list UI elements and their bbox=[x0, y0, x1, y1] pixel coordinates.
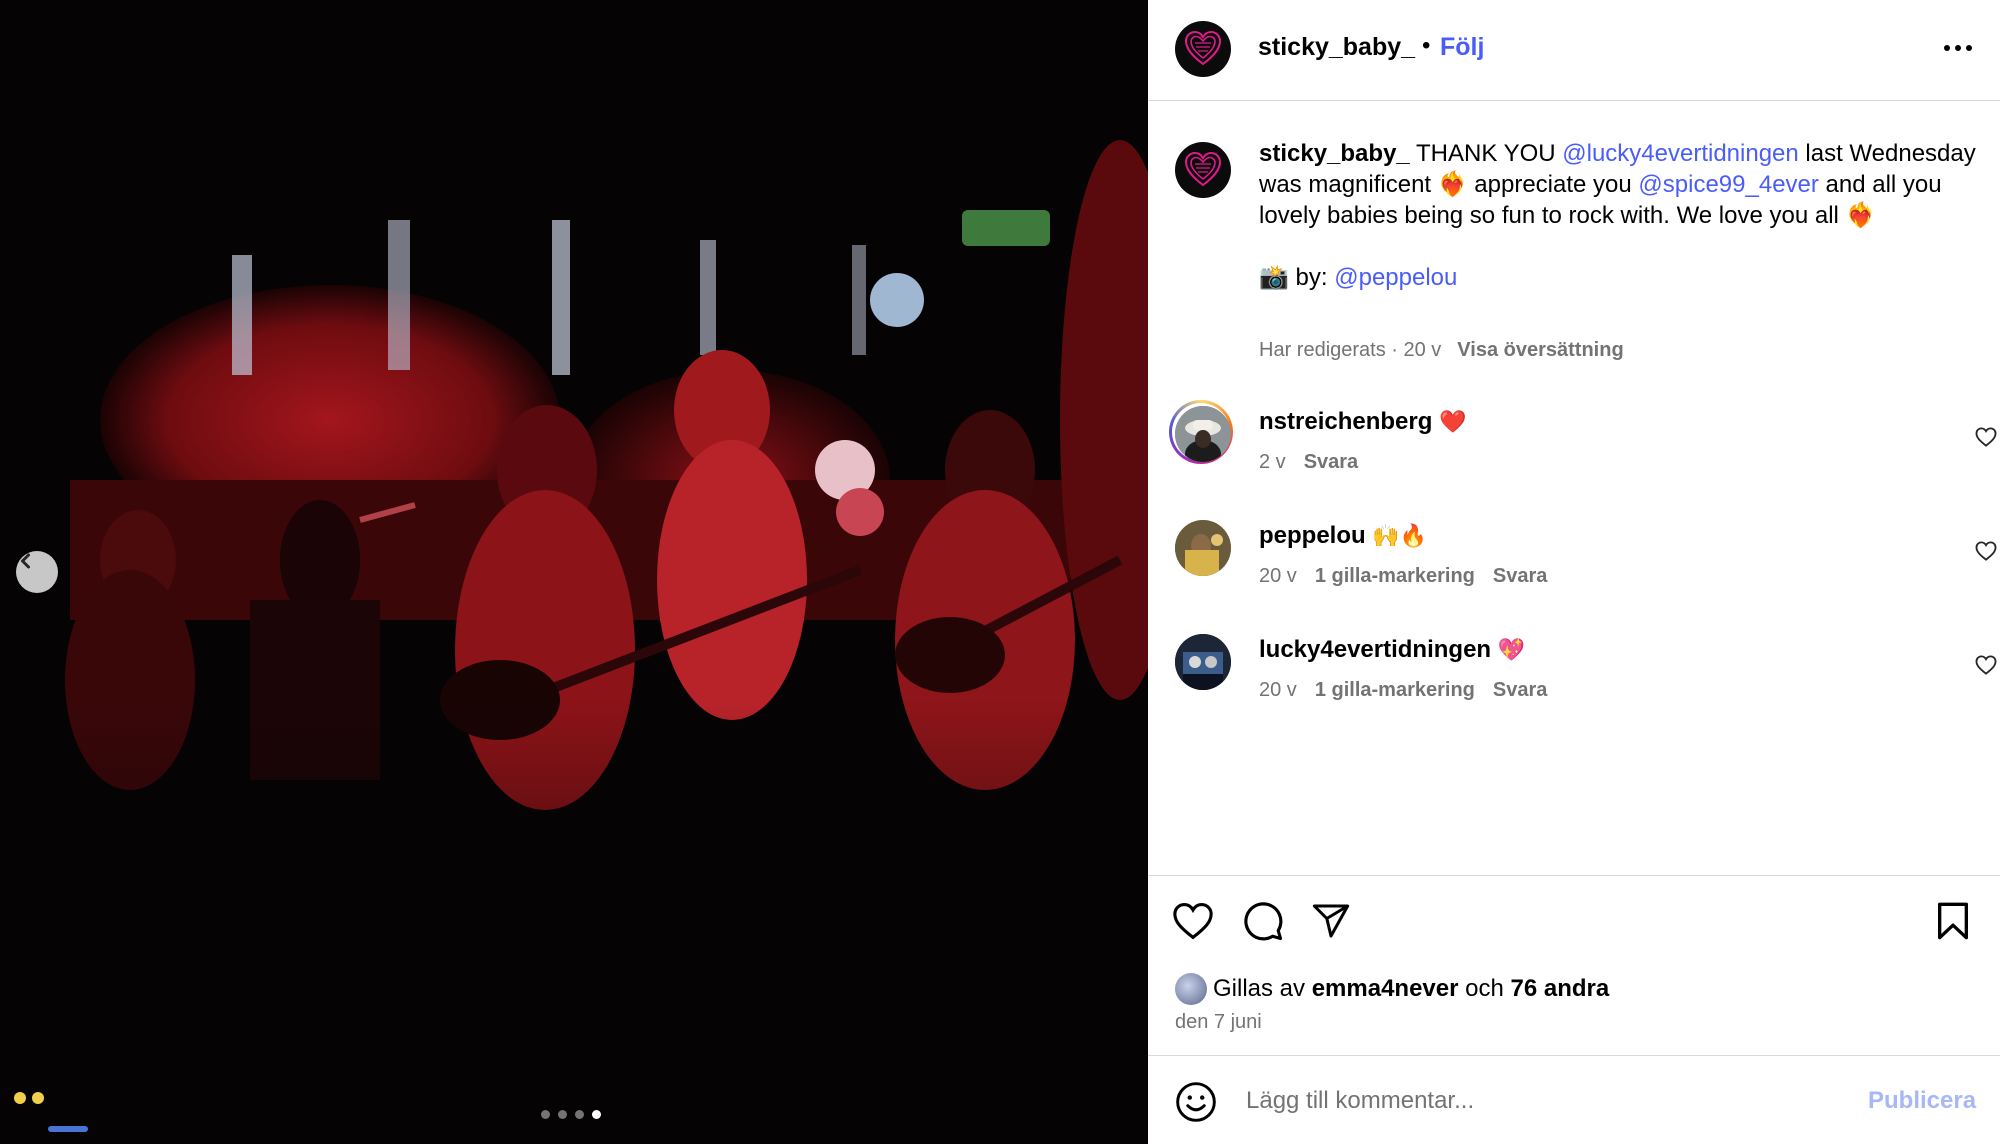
comment-age[interactable]: 20 v bbox=[1259, 679, 1297, 701]
more-horizontal-icon bbox=[1944, 45, 1972, 51]
post-photo bbox=[0, 0, 1148, 1144]
follow-button[interactable]: Följ bbox=[1440, 33, 1484, 62]
paper-plane-icon bbox=[1312, 904, 1350, 938]
likes-prefix: Gillas av bbox=[1213, 975, 1306, 1002]
likes-others-link[interactable]: 76 andra bbox=[1511, 975, 1610, 1003]
liker-avatar[interactable] bbox=[1175, 973, 1207, 1005]
comment-likes-count[interactable]: 1 gilla-markering bbox=[1315, 565, 1475, 587]
comment-text: ❤️ bbox=[1439, 409, 1467, 434]
comment-button[interactable] bbox=[1240, 898, 1286, 944]
commenter-avatar[interactable] bbox=[1175, 406, 1231, 462]
comment-like-button[interactable] bbox=[1973, 538, 1999, 564]
photo-credit-label: 📸 by: bbox=[1259, 264, 1335, 291]
heart-logo-icon bbox=[1184, 151, 1222, 187]
reply-button[interactable]: Svara bbox=[1304, 451, 1359, 473]
previous-image-button[interactable] bbox=[16, 551, 58, 593]
comment-age[interactable]: 2 v bbox=[1259, 451, 1286, 473]
separator-dot: • bbox=[1422, 32, 1431, 59]
comment-item: lucky4evertidningen 💖 20 v 1 gilla-marker… bbox=[1175, 634, 1997, 714]
caption-text: sticky_baby_ THANK YOU @lucky4evertidnin… bbox=[1259, 138, 1979, 293]
post-header: sticky_baby_ • Följ bbox=[1148, 0, 2000, 101]
comment-meta: 2 v Svara bbox=[1259, 451, 1376, 474]
heart-outline-icon bbox=[1173, 903, 1213, 940]
comment-item: nstreichenberg ❤️ 2 v Svara bbox=[1169, 400, 1997, 486]
author-username[interactable]: sticky_baby_ bbox=[1258, 33, 1415, 62]
heart-outline-icon bbox=[1975, 427, 1997, 447]
smiley-icon bbox=[1176, 1082, 1216, 1122]
bookmark-icon bbox=[1937, 902, 1968, 940]
comment-body: lucky4evertidningen 💖 bbox=[1259, 636, 1525, 664]
comment-item: peppelou 🙌🔥 20 v 1 gilla-markering Svara bbox=[1175, 520, 1997, 600]
carousel-dot-active bbox=[592, 1110, 601, 1119]
comment-input[interactable] bbox=[1244, 1078, 1808, 1124]
caption-author-avatar[interactable] bbox=[1175, 142, 1231, 198]
emoji-picker-button[interactable] bbox=[1174, 1080, 1218, 1124]
publish-button[interactable]: Publicera bbox=[1868, 1087, 1976, 1115]
mention-link[interactable]: @spice99_4ever bbox=[1638, 171, 1818, 198]
like-button[interactable] bbox=[1170, 898, 1216, 944]
comment-meta: 20 v 1 gilla-markering Svara bbox=[1259, 679, 1565, 702]
comment-age[interactable]: 20 v bbox=[1259, 565, 1297, 587]
see-translation-button[interactable]: Visa översättning bbox=[1457, 339, 1623, 361]
carousel-dot bbox=[575, 1110, 584, 1119]
post-date[interactable]: den 7 juni bbox=[1175, 1011, 1262, 1034]
comment-username[interactable]: nstreichenberg bbox=[1259, 408, 1432, 435]
avatar-image bbox=[1175, 520, 1231, 576]
comment-like-button[interactable] bbox=[1973, 652, 1999, 678]
chevron-left-icon bbox=[21, 553, 30, 569]
heart-outline-icon bbox=[1975, 655, 1997, 675]
more-options-button[interactable] bbox=[1938, 26, 1978, 70]
caption-part: THANK YOU bbox=[1409, 140, 1563, 167]
mention-link[interactable]: @lucky4evertidningen bbox=[1562, 140, 1799, 167]
commenter-avatar[interactable] bbox=[1175, 520, 1231, 576]
post-sidebar: sticky_baby_ • Följ sticky_baby_ THANK Y… bbox=[1148, 0, 2000, 1144]
post-actions: Gillas av emma4never och 76 andra den 7 … bbox=[1148, 875, 2000, 1056]
comment-body: nstreichenberg ❤️ bbox=[1259, 408, 1466, 436]
concert-photo-illustration bbox=[0, 0, 1148, 1144]
likes-summary: Gillas av emma4never och 76 andra bbox=[1175, 973, 1609, 1005]
author-avatar[interactable] bbox=[1175, 21, 1231, 77]
heart-outline-icon bbox=[1975, 541, 1997, 561]
heart-logo-icon bbox=[1184, 30, 1222, 66]
comment-text: 🙌🔥 bbox=[1372, 523, 1428, 548]
comment-text: 💖 bbox=[1497, 637, 1526, 662]
caption-meta: Har redigerats · 20 v Visa översättning bbox=[1259, 339, 1624, 362]
liker-username[interactable]: emma4never bbox=[1312, 975, 1459, 1003]
likes-middle: och bbox=[1465, 975, 1504, 1002]
reply-button[interactable]: Svara bbox=[1493, 565, 1548, 587]
comment-username[interactable]: peppelou bbox=[1259, 522, 1366, 549]
carousel-indicator bbox=[541, 1110, 601, 1119]
avatar-image bbox=[1175, 406, 1231, 462]
speech-bubble-icon bbox=[1244, 902, 1283, 941]
save-button[interactable] bbox=[1930, 898, 1976, 944]
comment-body: peppelou 🙌🔥 bbox=[1259, 522, 1427, 550]
mention-link[interactable]: @peppelou bbox=[1334, 264, 1457, 291]
carousel-dot bbox=[558, 1110, 567, 1119]
edited-label: Har redigerats · 20 v bbox=[1259, 339, 1442, 361]
share-button[interactable] bbox=[1308, 898, 1354, 944]
commenter-avatar[interactable] bbox=[1175, 634, 1231, 690]
comment-like-button[interactable] bbox=[1973, 424, 1999, 450]
reply-button[interactable]: Svara bbox=[1493, 679, 1548, 701]
comment-username[interactable]: lucky4evertidningen bbox=[1259, 636, 1491, 663]
instagram-post-view: sticky_baby_ • Följ sticky_baby_ THANK Y… bbox=[0, 0, 2000, 1144]
comment-likes-count[interactable]: 1 gilla-markering bbox=[1315, 679, 1475, 701]
carousel-dot bbox=[541, 1110, 550, 1119]
comment-meta: 20 v 1 gilla-markering Svara bbox=[1259, 565, 1565, 588]
avatar-image bbox=[1175, 634, 1231, 690]
comment-composer: Publicera bbox=[1148, 1055, 2000, 1144]
caption-username[interactable]: sticky_baby_ bbox=[1259, 140, 1410, 167]
